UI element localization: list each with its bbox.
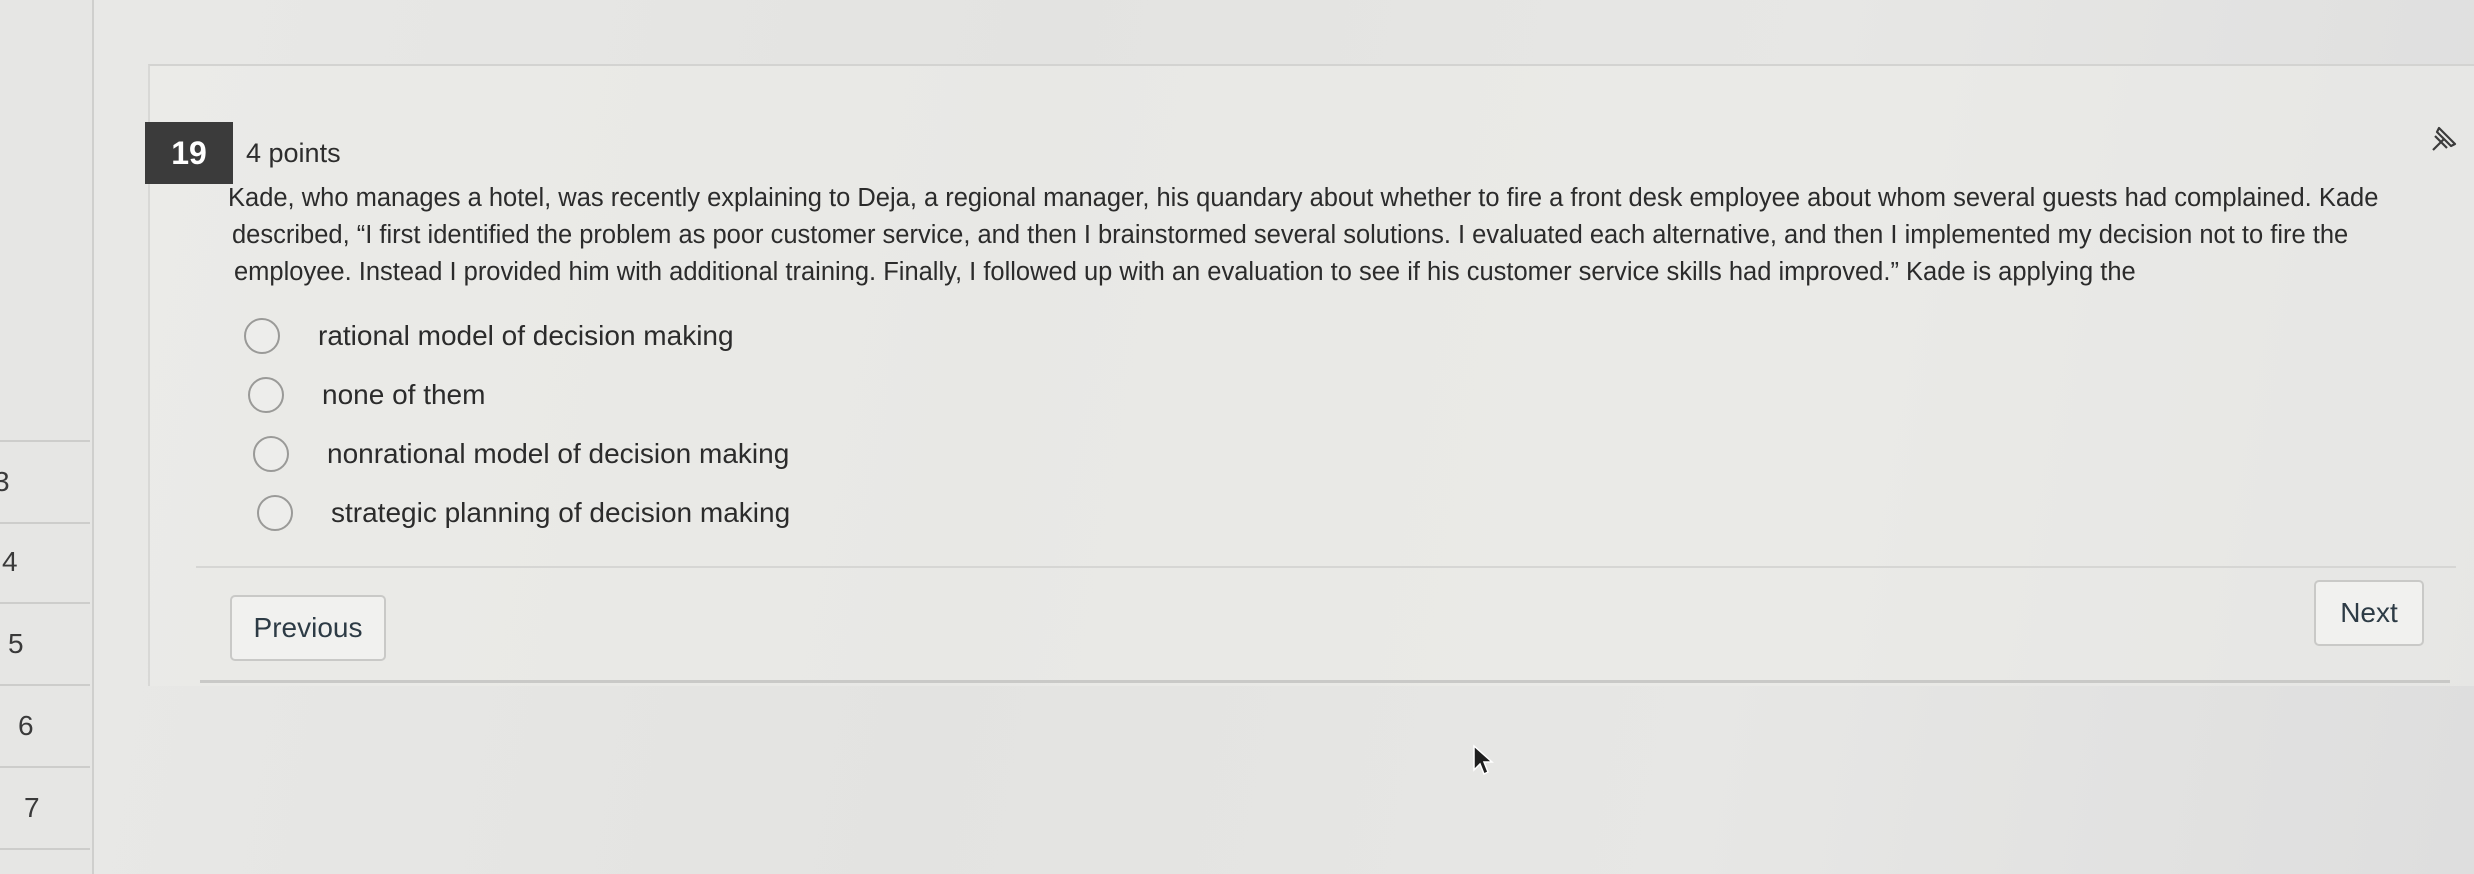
pin-icon[interactable] xyxy=(2425,122,2461,158)
card-bottom-border xyxy=(200,680,2450,683)
footer-divider xyxy=(196,566,2456,568)
question-text-line: described, “I first identified the probl… xyxy=(232,221,2349,249)
quiz-screen: 3 4 5 6 7 19 4 points Kade, who manages … xyxy=(0,0,2474,874)
question-nav-item[interactable]: 4 xyxy=(0,522,90,604)
answer-option[interactable]: nonrational model of decision making xyxy=(253,431,789,477)
question-nav-number: 5 xyxy=(8,628,24,659)
answer-label: rational model of decision making xyxy=(318,320,734,351)
question-nav-item[interactable]: 5 xyxy=(0,604,90,686)
answer-radio[interactable] xyxy=(248,377,284,413)
next-button[interactable]: Next xyxy=(2314,580,2424,646)
answer-label: strategic planning of decision making xyxy=(331,497,791,528)
question-nav-number: 7 xyxy=(24,792,40,823)
mouse-cursor-icon xyxy=(1473,744,1494,776)
question-nav-item[interactable]: 3 xyxy=(0,440,90,524)
question-text-line: Kade, who manages a hotel, was recently … xyxy=(228,184,2379,212)
answer-option[interactable]: none of them xyxy=(248,372,485,418)
question-nav-number: 6 xyxy=(18,710,34,741)
answer-label: none of them xyxy=(322,379,486,410)
answer-option[interactable]: strategic planning of decision making xyxy=(257,490,790,536)
question-number-badge: 19 xyxy=(145,122,233,184)
answer-label: nonrational model of decision making xyxy=(327,438,790,469)
question-nav-item[interactable]: 6 xyxy=(0,686,90,768)
question-points: 4 points xyxy=(246,138,341,168)
question-text-line: employee. Instead I provided him with ad… xyxy=(234,258,2136,286)
answer-radio[interactable] xyxy=(257,495,293,531)
question-text: Kade, who manages a hotel, was recently … xyxy=(228,180,2408,291)
answer-radio[interactable] xyxy=(244,318,280,354)
question-navigator: 3 4 5 6 7 xyxy=(0,0,94,874)
answer-option[interactable]: rational model of decision making xyxy=(244,313,734,359)
previous-button[interactable]: Previous xyxy=(230,595,386,661)
question-nav-number: 4 xyxy=(2,546,18,577)
question-nav-number: 3 xyxy=(0,466,10,497)
answer-radio[interactable] xyxy=(253,436,289,472)
question-card xyxy=(148,64,2474,686)
question-nav-item[interactable]: 7 xyxy=(0,768,90,850)
